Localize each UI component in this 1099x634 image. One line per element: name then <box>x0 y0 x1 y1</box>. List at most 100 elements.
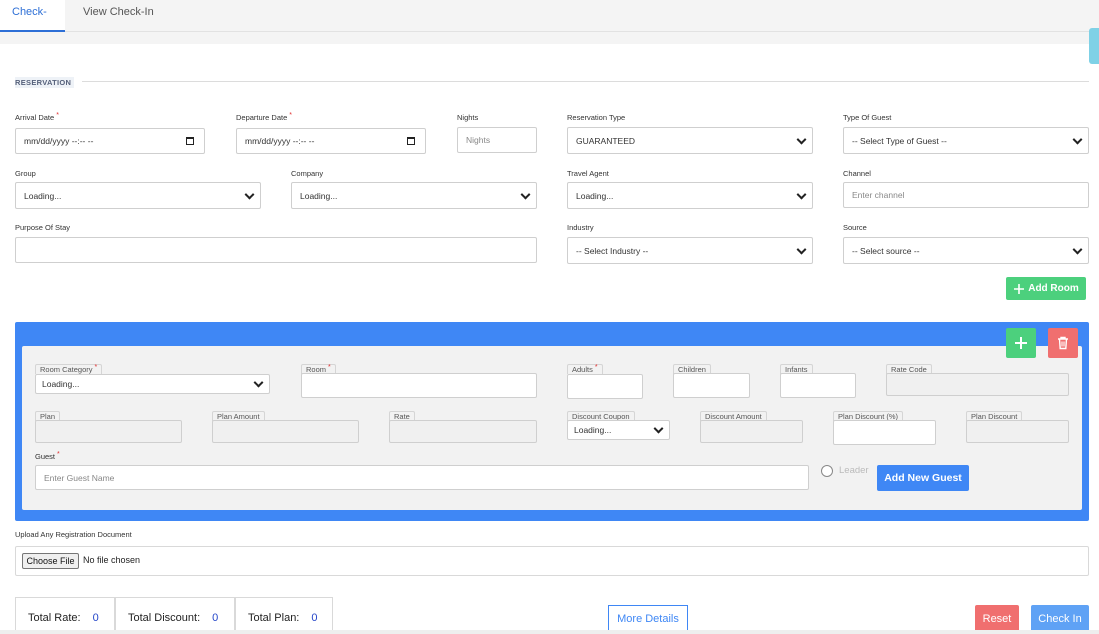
departure-date-value: mm/dd/yyyy --:-- -- <box>245 136 315 146</box>
tab-bar: Check-In View Check-In <box>0 0 1099 42</box>
industry-label: Industry <box>567 223 594 232</box>
more-details-button[interactable]: More Details <box>608 605 688 632</box>
plan-input <box>35 420 182 443</box>
type-of-guest-label: Type Of Guest <box>843 113 892 122</box>
file-status: No file chosen <box>83 555 141 565</box>
rate-input <box>389 420 537 443</box>
total-rate-label: Total Rate: <box>28 611 81 624</box>
group-select[interactable]: Loading... <box>15 182 261 209</box>
room-category-label: Room Category * <box>35 364 103 374</box>
choose-file-button[interactable]: Choose File <box>22 553 79 569</box>
leader-label: Leader <box>839 465 869 476</box>
rate-code-input <box>886 373 1069 396</box>
plan-amount-input <box>212 420 359 443</box>
chevron-down-icon <box>796 189 807 200</box>
chevron-down-icon <box>1072 134 1083 145</box>
leader-radio[interactable] <box>821 465 833 477</box>
adults-input[interactable] <box>567 374 643 399</box>
infants-input[interactable] <box>780 373 856 398</box>
departure-date-label: Departure Date * <box>236 112 293 122</box>
upload-label: Upload Any Registration Document <box>15 530 132 539</box>
discount-coupon-value: Loading... <box>574 425 612 435</box>
channel-label: Channel <box>843 169 871 178</box>
check-in-button[interactable]: Check In <box>1031 605 1089 632</box>
trash-icon <box>1058 336 1068 350</box>
total-plan-box: Total Plan: 0 <box>235 597 333 634</box>
bottom-edge <box>0 630 1099 634</box>
industry-value: -- Select Industry -- <box>576 245 649 256</box>
channel-input[interactable]: Enter channel <box>843 182 1089 208</box>
type-of-guest-select[interactable]: -- Select Type of Guest -- <box>843 127 1089 154</box>
company-label: Company <box>291 169 324 178</box>
arrival-date-input[interactable]: mm/dd/yyyy --:-- -- <box>15 128 205 154</box>
purpose-of-stay-input[interactable] <box>15 237 537 263</box>
side-drawer-handle[interactable] <box>1089 28 1099 64</box>
travel-agent-label: Travel Agent <box>567 169 609 178</box>
tab-check-in[interactable]: Check-In <box>0 0 65 42</box>
total-discount-box: Total Discount: 0 <box>115 597 235 634</box>
nights-placeholder: Nights <box>466 135 491 145</box>
reservation-type-value: GUARANTEED <box>576 135 636 146</box>
plus-icon <box>1014 283 1025 294</box>
plan-discount-input <box>966 420 1069 443</box>
chevron-down-icon <box>653 423 664 434</box>
total-rate-value: 0 <box>92 611 99 624</box>
discount-amount-input <box>700 420 803 443</box>
industry-select[interactable]: -- Select Industry -- <box>567 237 813 264</box>
section-title-reservation: RESERVATION <box>15 77 75 88</box>
plus-icon <box>1015 337 1027 349</box>
add-new-guest-button[interactable]: Add New Guest <box>877 465 969 491</box>
add-room-row-button[interactable] <box>1006 328 1036 358</box>
chevron-down-icon <box>244 189 255 200</box>
arrival-date-label: Arrival Date * <box>15 112 59 122</box>
channel-placeholder: Enter channel <box>852 190 905 200</box>
travel-agent-select[interactable]: Loading... <box>567 182 813 209</box>
children-input[interactable] <box>673 373 750 398</box>
header-band <box>0 32 1099 44</box>
adults-label: Adults * <box>567 364 603 374</box>
guest-label: Guest * <box>35 451 60 461</box>
nights-input[interactable]: Nights <box>457 127 537 153</box>
total-discount-label: Total Discount: <box>128 611 201 624</box>
plan-discount-pct-input[interactable] <box>833 420 936 445</box>
room-category-select[interactable]: Loading... <box>35 374 270 394</box>
delete-room-button[interactable] <box>1048 328 1078 358</box>
guest-name-placeholder: Enter Guest Name <box>44 472 115 483</box>
chevron-down-icon <box>1072 244 1083 255</box>
source-select[interactable]: -- Select source -- <box>843 237 1089 264</box>
group-value: Loading... <box>24 190 62 201</box>
total-plan-label: Total Plan: <box>248 611 300 624</box>
chevron-down-icon <box>796 244 807 255</box>
source-label: Source <box>843 223 867 232</box>
total-discount-value: 0 <box>212 611 219 624</box>
reservation-type-label: Reservation Type <box>567 113 626 122</box>
tab-view-check-in[interactable]: View Check-In <box>71 0 166 32</box>
reset-button[interactable]: Reset <box>975 605 1019 632</box>
section-divider <box>82 81 1089 82</box>
company-value: Loading... <box>300 190 338 201</box>
add-room-label: Add Room <box>1028 283 1079 294</box>
upload-field <box>15 546 1089 576</box>
chevron-down-icon <box>253 377 264 388</box>
company-select[interactable]: Loading... <box>291 182 537 209</box>
type-of-guest-value: -- Select Type of Guest -- <box>852 135 947 146</box>
travel-agent-value: Loading... <box>576 190 614 201</box>
discount-coupon-select[interactable]: Loading... <box>567 420 670 440</box>
room-category-value: Loading... <box>42 379 80 389</box>
arrival-date-value: mm/dd/yyyy --:-- -- <box>24 136 94 146</box>
add-room-button[interactable]: Add Room <box>1006 277 1086 300</box>
chevron-down-icon <box>520 189 531 200</box>
source-value: -- Select source -- <box>852 245 920 256</box>
purpose-of-stay-label: Purpose Of Stay <box>15 223 71 232</box>
group-label: Group <box>15 169 36 178</box>
guest-name-input[interactable]: Enter Guest Name <box>35 465 809 490</box>
total-rate-box: Total Rate: 0 <box>15 597 115 634</box>
chevron-down-icon <box>796 134 807 145</box>
room-input[interactable] <box>301 373 537 398</box>
calendar-icon[interactable] <box>186 137 194 145</box>
nights-label: Nights <box>457 113 479 122</box>
calendar-icon[interactable] <box>407 137 415 145</box>
total-plan-value: 0 <box>311 611 318 624</box>
reservation-type-select[interactable]: GUARANTEED <box>567 127 813 154</box>
departure-date-input[interactable]: mm/dd/yyyy --:-- -- <box>236 128 426 154</box>
